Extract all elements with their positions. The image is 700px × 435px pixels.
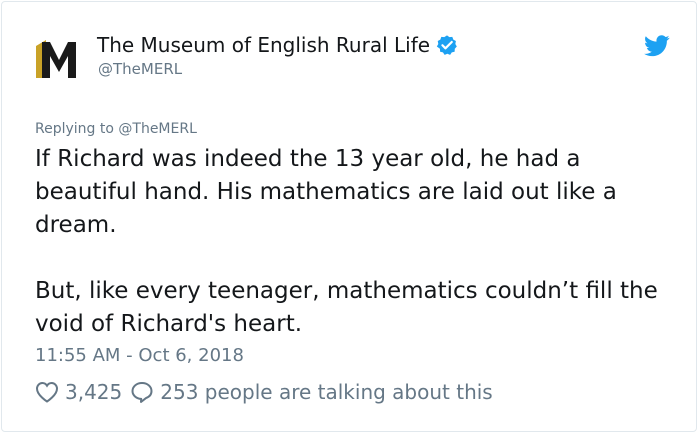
tweet-text: If Richard was indeed the 13 year old, h… [35, 143, 675, 341]
verified-badge-icon [436, 35, 457, 55]
like-count[interactable]: 3,425 [65, 380, 122, 404]
twitter-bird-icon[interactable] [644, 35, 670, 57]
talking-count[interactable]: 253 people are talking about this [160, 380, 492, 404]
account-name-row[interactable]: The Museum of English Rural Life [97, 32, 458, 58]
account-handle[interactable]: @TheMERL [98, 60, 182, 78]
tweet-paragraph-1: If Richard was indeed the 13 year old, h… [35, 146, 617, 238]
tweet-timestamp[interactable]: 11:55 AM - Oct 6, 2018 [35, 345, 244, 366]
tweet-card: The Museum of English Rural Life @TheMER… [1, 1, 697, 432]
tweet-paragraph-2: But, like every teenager, mathematics co… [35, 278, 658, 337]
display-name[interactable]: The Museum of English Rural Life [97, 32, 430, 58]
replying-target-link[interactable]: @TheMERL [118, 121, 197, 137]
replying-prefix: Replying to [35, 121, 114, 137]
heart-icon[interactable] [35, 381, 59, 403]
replying-to: Replying to @TheMERL [35, 121, 197, 137]
merl-logo-icon[interactable] [34, 38, 84, 82]
speech-bubble-icon[interactable] [130, 381, 154, 403]
tweet-actions: 3,425 253 people are talking about this [35, 380, 501, 404]
